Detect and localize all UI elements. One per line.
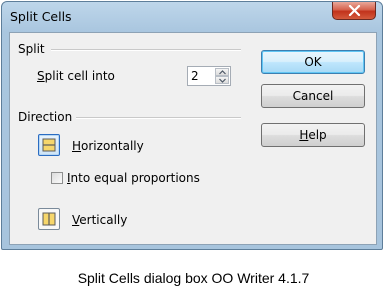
direction-separator [76,117,241,119]
spin-buttons [215,68,229,84]
cancel-button[interactable]: Cancel [261,84,365,108]
split-count-spinbox[interactable] [187,66,231,86]
image-caption: Split Cells dialog box OO Writer 4.1.7 [77,270,310,286]
spin-up-button[interactable] [215,68,229,76]
split-vertical-icon [42,212,56,226]
direction-section-label: Direction [18,110,73,124]
vertically-label[interactable]: Vertically [72,213,127,227]
horizontally-label[interactable]: Horizontally [72,139,144,153]
vertical-split-button[interactable] [38,208,60,230]
dialog-body: Split Split cell into Direction Horizo [9,32,377,245]
close-icon [348,5,361,16]
equal-proportions-label[interactable]: Into equal proportions [67,171,200,185]
help-button[interactable]: Help [261,123,365,147]
split-cell-into-label: Split cell into [37,69,115,83]
chevron-up-icon [219,70,226,75]
split-section-label: Split [18,42,45,56]
split-cells-dialog: Split Cells Split Split cell into Direct… [1,1,383,250]
chevron-down-icon [219,78,226,83]
ok-button[interactable]: OK [261,50,365,74]
split-horizontal-icon [42,138,56,152]
spin-down-button[interactable] [215,76,229,84]
horizontal-split-button[interactable] [38,134,60,156]
close-button[interactable] [332,2,376,20]
dialog-title: Split Cells [10,9,72,24]
equal-proportions-checkbox[interactable] [51,172,63,184]
split-separator [51,49,241,51]
title-bar[interactable]: Split Cells [2,2,382,32]
split-count-input[interactable] [189,68,215,84]
